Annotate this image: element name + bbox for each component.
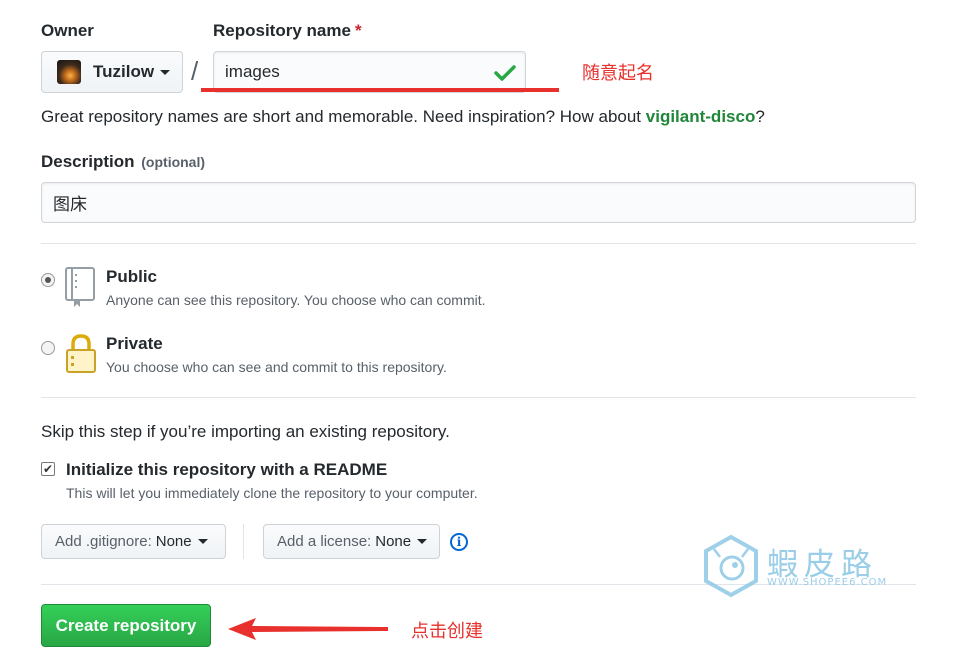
repo-name-label: Repository name *	[213, 21, 362, 41]
watermark-logo-icon	[704, 535, 758, 597]
owner-repo-separator: /	[191, 56, 199, 86]
annotation-name-note: 随意起名	[582, 63, 654, 84]
owner-select[interactable]: Tuzilow	[41, 51, 183, 93]
chevron-down-icon	[197, 539, 208, 544]
public-title: Public	[106, 267, 158, 286]
repo-name-label-text: Repository name	[213, 21, 351, 40]
lock-icon	[66, 334, 96, 373]
chevron-down-icon	[417, 539, 428, 544]
arrow-left-icon	[228, 618, 388, 640]
license-value: None	[375, 533, 412, 550]
repo-name-input[interactable]: images	[213, 51, 526, 93]
check-icon	[494, 65, 516, 81]
license-label: Add a license:	[277, 533, 372, 550]
hint-text: Great repository names are short and mem…	[41, 107, 646, 126]
name-suggestion-link[interactable]: vigilant-disco	[646, 107, 756, 126]
license-select[interactable]: Add a license: None	[263, 524, 440, 559]
info-icon[interactable]: i	[450, 533, 468, 551]
description-input[interactable]: 图床	[41, 182, 916, 223]
watermark-url: WWW.SHOPEE6.COM	[767, 577, 888, 588]
description-value: 图床	[53, 195, 87, 214]
private-radio[interactable]	[41, 341, 55, 355]
gitignore-select[interactable]: Add .gitignore: None	[41, 524, 226, 559]
public-desc: Anyone can see this repository. You choo…	[106, 292, 486, 308]
optional-tag: (optional)	[141, 154, 206, 170]
gitignore-value: None	[155, 533, 192, 550]
readme-desc: This will let you immediately clone the …	[66, 485, 478, 501]
repo-book-icon	[65, 267, 95, 307]
divider	[41, 397, 916, 398]
description-label-text: Description	[41, 152, 135, 171]
divider	[41, 243, 916, 244]
repo-name-hint: Great repository names are short and mem…	[41, 107, 765, 127]
readme-checkbox[interactable]: ✔	[41, 462, 55, 476]
gitignore-label: Add .gitignore:	[55, 533, 152, 550]
import-note: Skip this step if you’re importing an ex…	[41, 422, 450, 441]
create-repository-button[interactable]: Create repository	[41, 604, 211, 647]
vertical-divider	[243, 524, 244, 559]
repo-name-value: images	[225, 62, 280, 81]
owner-name: Tuzilow	[93, 62, 155, 81]
readme-title: Initialize this repository with a README	[66, 460, 388, 479]
public-radio[interactable]	[41, 273, 55, 287]
annotation-create-note: 点击创建	[411, 621, 483, 642]
description-label: Description (optional)	[41, 152, 205, 172]
hint-end: ?	[755, 107, 765, 126]
owner-label: Owner	[41, 21, 94, 40]
chevron-down-icon	[160, 69, 171, 75]
required-mark: *	[354, 21, 362, 40]
owner-avatar	[57, 60, 81, 84]
private-desc: You choose who can see and commit to thi…	[106, 359, 447, 375]
private-title: Private	[106, 334, 163, 353]
annotation-underline	[201, 88, 559, 92]
